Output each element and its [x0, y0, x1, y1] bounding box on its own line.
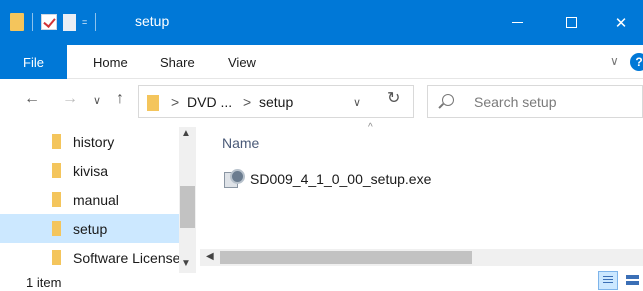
folder-icon	[52, 221, 61, 236]
search-icon	[442, 94, 454, 106]
window-title: setup	[135, 13, 170, 29]
sidebar-item-label: Software License	[73, 250, 181, 266]
back-button[interactable]: ←	[24, 90, 40, 108]
column-header-name[interactable]: Name	[222, 135, 259, 151]
customize-toolbar-icon[interactable]: =	[82, 17, 87, 27]
minimize-icon	[511, 22, 523, 23]
file-name: SD009_4_1_0_00_setup.exe	[250, 171, 432, 187]
sidebar-item-manual[interactable]: manual	[0, 185, 179, 214]
maximize-icon	[565, 17, 577, 28]
folder-icon	[10, 13, 24, 31]
content-scrollbar-thumb[interactable]	[220, 251, 472, 264]
folder-icon	[147, 95, 159, 111]
breadcrumb-setup[interactable]: setup	[259, 94, 293, 110]
breadcrumb-separator: >	[171, 94, 180, 110]
address-dropdown-icon[interactable]: ∨	[353, 96, 361, 109]
up-button[interactable]: ↑	[116, 90, 124, 108]
title-bar: = setup ✕	[0, 0, 643, 45]
navigation-pane: history kivisa manual setup Software Lic…	[0, 127, 196, 273]
separator	[95, 13, 97, 31]
minimize-button[interactable]	[494, 0, 540, 45]
maximize-button[interactable]	[548, 0, 594, 45]
sort-indicator-icon: ^	[368, 122, 373, 133]
sidebar-item-label: history	[73, 134, 115, 150]
separator	[32, 13, 33, 31]
sidebar-item-history[interactable]: history	[0, 127, 179, 156]
details-view-button[interactable]	[598, 271, 618, 290]
sidebar-item-label: kivisa	[73, 163, 109, 179]
close-button[interactable]: ✕	[598, 0, 643, 45]
scroll-left-icon[interactable]: ◀	[206, 251, 214, 262]
search-box[interactable]: Search setup	[427, 85, 643, 118]
help-icon[interactable]: ?	[630, 53, 643, 71]
breadcrumb-dvd[interactable]: DVD ...	[187, 94, 232, 110]
sidebar-item-label: manual	[73, 192, 119, 208]
folder-icon	[52, 163, 61, 178]
nav-scrollbar-thumb[interactable]	[180, 186, 195, 228]
search-input[interactable]: Search setup	[474, 94, 557, 110]
recent-locations-button[interactable]: ∨	[93, 94, 101, 107]
new-folder-icon[interactable]	[63, 13, 76, 31]
properties-icon[interactable]	[41, 14, 57, 30]
refresh-button[interactable]: ↻	[387, 88, 400, 108]
folder-icon	[52, 250, 61, 265]
quick-access-toolbar: =	[10, 13, 98, 31]
tab-file[interactable]: File	[0, 45, 67, 79]
tab-view[interactable]: View	[228, 55, 256, 70]
breadcrumb-separator: >	[243, 94, 252, 110]
large-icons-view-button[interactable]	[622, 271, 643, 290]
sidebar-item-kivisa[interactable]: kivisa	[0, 156, 179, 185]
expand-ribbon-icon[interactable]: ∨	[610, 54, 619, 68]
sidebar-item-label: setup	[73, 221, 108, 237]
scroll-up-icon[interactable]: ▲	[181, 128, 191, 139]
sidebar-item-setup[interactable]: setup	[0, 214, 179, 243]
scroll-down-icon[interactable]: ▼	[181, 258, 191, 269]
item-count: 1 item	[26, 275, 62, 290]
address-bar[interactable]: > DVD ... > setup ∨	[138, 85, 414, 118]
sidebar-item-software-license[interactable]: Software License	[0, 243, 181, 272]
folder-icon	[52, 134, 61, 149]
installer-icon	[224, 169, 245, 188]
tab-home[interactable]: Home	[93, 55, 128, 70]
tab-share[interactable]: Share	[160, 55, 195, 70]
forward-button[interactable]: →	[62, 90, 78, 108]
folder-icon	[52, 192, 61, 207]
